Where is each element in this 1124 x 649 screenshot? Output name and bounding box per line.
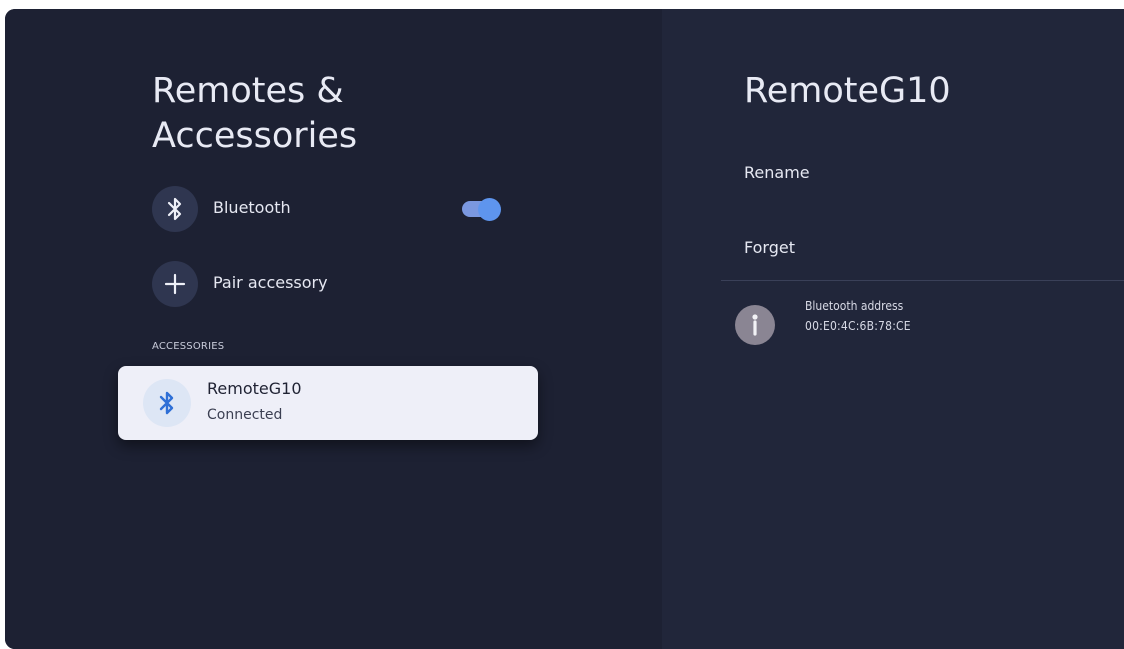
page-title: Remotes & Accessories [152,71,358,156]
plus-icon [152,261,198,307]
device-name: RemoteG10 [207,379,302,398]
info-icon [735,305,775,345]
bluetooth-address-value: 00:E0:4C:6B:78:CE [805,319,911,333]
rename-action[interactable]: Rename [744,163,810,182]
bluetooth-icon [143,379,191,427]
forget-action[interactable]: Forget [744,238,795,257]
toggle-thumb [478,198,501,221]
device-text: RemoteG10 Connected [207,379,302,423]
device-item-remoteg10[interactable]: RemoteG10 Connected [118,366,538,440]
device-status: Connected [207,407,283,423]
bluetooth-label: Bluetooth [213,197,291,217]
bluetooth-row[interactable]: Bluetooth [152,185,512,233]
pair-accessory-row[interactable]: Pair accessory [152,260,512,308]
bluetooth-address-label: Bluetooth address [805,299,904,313]
bluetooth-icon [152,186,198,232]
device-detail-title: RemoteG10 [744,71,951,111]
accessories-section-header: ACCESSORIES [152,341,225,352]
pair-accessory-label: Pair accessory [213,272,328,292]
divider [721,280,1124,281]
bluetooth-toggle[interactable] [462,198,502,221]
